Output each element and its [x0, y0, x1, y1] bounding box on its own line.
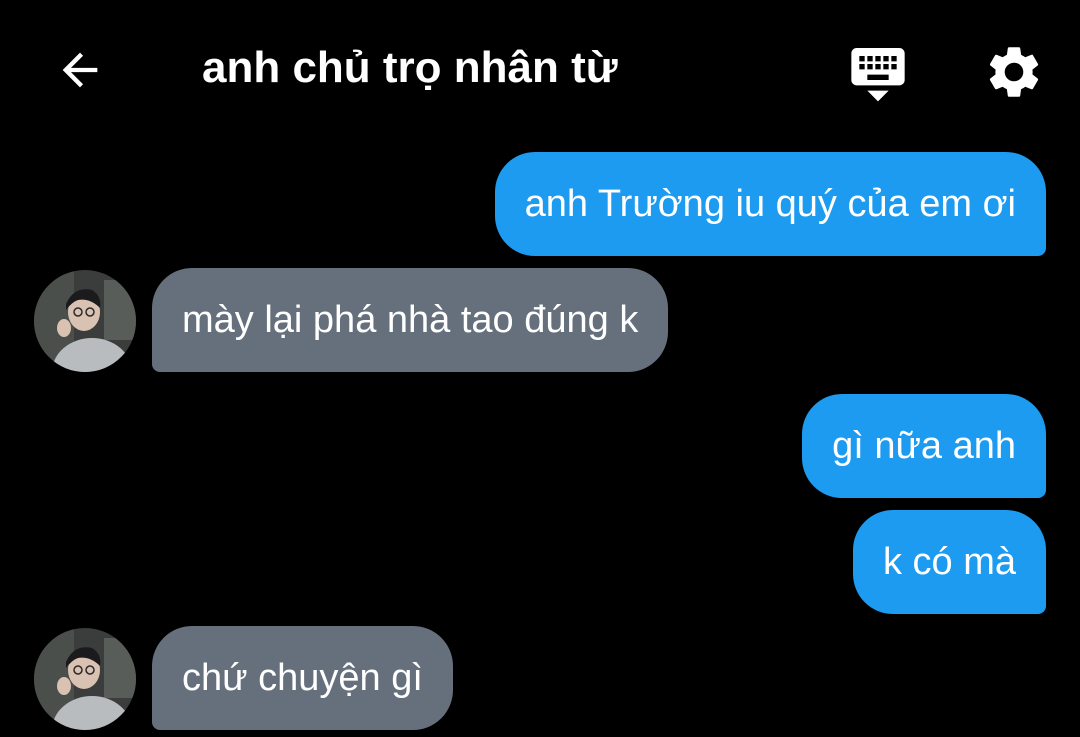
message-bubble-received[interactable]: chứ chuyện gì: [152, 626, 453, 730]
avatar[interactable]: [34, 270, 136, 372]
profile-photo-icon: [34, 270, 136, 372]
keyboard-toggle-button[interactable]: [842, 36, 914, 108]
chat-header: anh chủ trọ nhân từ: [0, 0, 1080, 140]
arrow-left-icon: [62, 52, 98, 88]
back-button[interactable]: [48, 40, 112, 100]
message-text: gì nữa anh: [832, 424, 1016, 467]
message-bubble-sent[interactable]: k có mà: [852, 510, 1046, 614]
chat-title: anh chủ trọ nhân từ: [202, 43, 618, 92]
settings-button[interactable]: [978, 36, 1050, 108]
profile-photo-icon: [34, 628, 136, 730]
avatar[interactable]: [34, 628, 136, 730]
gear-icon: [989, 47, 1039, 97]
message-text: k có mà: [882, 540, 1016, 583]
message-text: anh Trường iu quý của em ơi: [524, 182, 1016, 225]
message-text: mày lại phá nhà tao đúng k: [182, 298, 639, 341]
message-bubble-received[interactable]: mày lại phá nhà tao đúng k: [152, 268, 669, 372]
message-bubble-sent[interactable]: gì nữa anh: [802, 394, 1046, 498]
message-text: chứ chuyện gì: [182, 656, 423, 699]
message-bubble-sent[interactable]: anh Trường iu quý của em ơi: [494, 152, 1046, 256]
keyboard-hide-icon: [851, 48, 905, 102]
